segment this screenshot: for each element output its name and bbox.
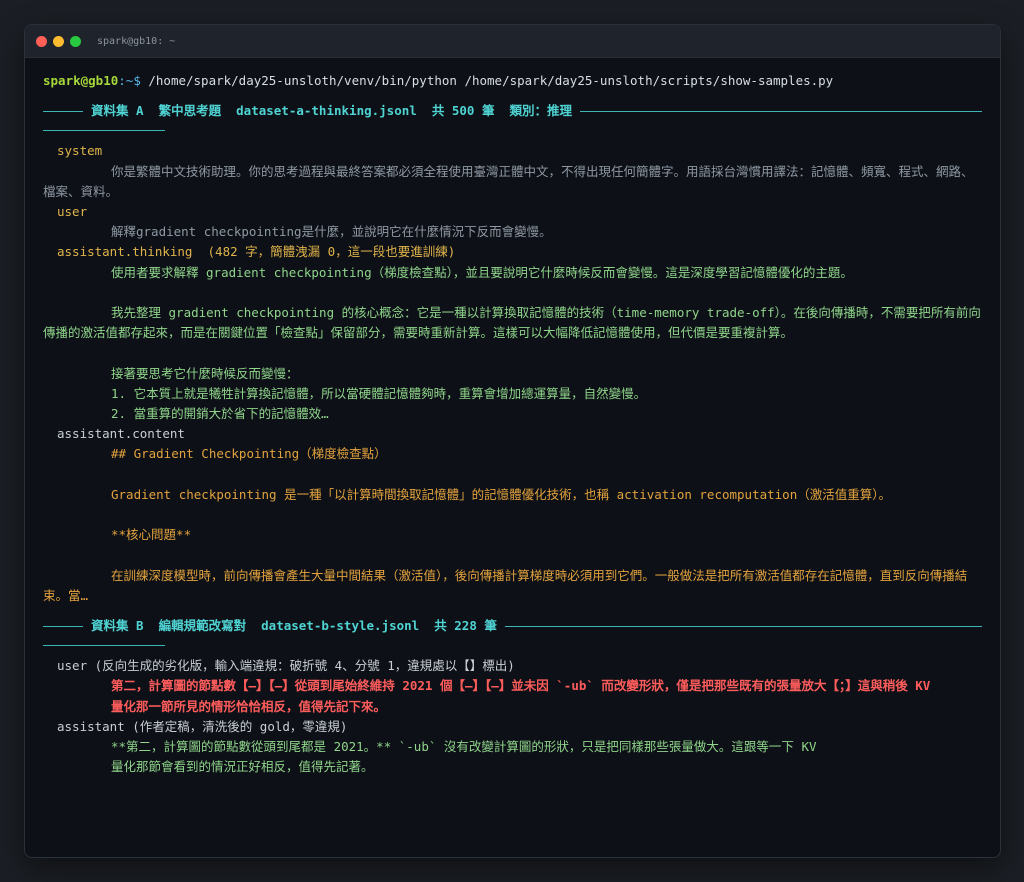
user-degraded-text-1: 第二，計算圖的節點數【—】【—】從頭到尾始終維持 2021 個【—】【—】並未因…: [111, 678, 931, 694]
system-message-text: 你是繁體中文技術助理。你的思考過程與最終答案都必須全程使用臺灣正體中文，不得出現…: [43, 163, 974, 199]
header-rule-left: [43, 110, 83, 112]
user-degraded-text-2: 量化那一節所見的情形恰恰相反，值得先記下來。: [111, 698, 387, 714]
assistant-gold-text-1: **第二，計算圖的節點數從頭到尾都是 2021。** `-ub` 沒有改變計算圖…: [111, 739, 817, 755]
prompt-user: spark@gb10: [43, 73, 119, 88]
terminal-output[interactable]: spark@gb10:~$ /home/spark/day25-unsloth/…: [43, 71, 982, 777]
command-text: /home/spark/day25-unsloth/venv/bin/pytho…: [148, 73, 834, 88]
content-paragraph-2: 在訓練深度模型時，前向傳播會產生大量中間結果（激活值），後向傳播計算梯度時必須用…: [43, 567, 968, 603]
terminal-window: spark@gb10: ~ spark@gb10:~$ /home/spark/…: [24, 24, 1001, 858]
thinking-paragraph-1: 使用者要求解釋 gradient checkpointing（梯度檢查點），並且…: [111, 264, 853, 280]
thinking-paragraph-2: 我先整理 gradient checkpointing 的核心概念：它是一種以計…: [43, 305, 981, 341]
content-role-label: assistant.content: [57, 426, 185, 442]
assistant-gold-text-2: 量化那節會看到的情況正好相反，值得先記著。: [111, 759, 374, 775]
content-heading: ## Gradient Checkpointing（梯度檢查點）: [111, 446, 387, 462]
thinking-list-item-2: 2. 當重算的開銷大於省下的記憶體效…: [111, 406, 329, 422]
minimize-window-button[interactable]: [53, 35, 64, 47]
header-rule-left: [43, 625, 83, 627]
header-rule-right: [504, 625, 982, 627]
close-window-button[interactable]: [36, 35, 47, 47]
content-bold-heading: **核心問題**: [111, 527, 192, 543]
system-role-label: system: [57, 143, 103, 159]
header-rule-right: [580, 110, 982, 112]
user-role-label: user: [57, 204, 88, 220]
content-paragraph-1: Gradient checkpointing 是一種「以計算時間換取記憶體」的記…: [111, 486, 891, 502]
window-title: spark@gb10: ~: [97, 35, 176, 47]
maximize-window-button[interactable]: [70, 35, 81, 47]
dataset-b-header: 資料集 B 編輯規範改寫對 dataset-b-style.jsonl 共 22…: [43, 616, 982, 636]
dataset-a-title: 資料集 A 繁中思考題 dataset-a-thinking.jsonl 共 5…: [91, 103, 573, 119]
command-line: spark@gb10:~$ /home/spark/day25-unsloth/…: [43, 71, 982, 91]
header-underline: [43, 130, 165, 132]
user-message-text: 解釋gradient checkpointing是什麼，並說明它在什麼情況下反而…: [111, 224, 552, 240]
user-role-label: user (反向生成的劣化版，輸入端違規：破折號 4、分號 1，違規處以【】標出…: [57, 658, 515, 674]
dataset-a-header: 資料集 A 繁中思考題 dataset-a-thinking.jsonl 共 5…: [43, 101, 982, 121]
assistant-role-label: assistant (作者定稿，清洗後的 gold，零違規): [57, 718, 348, 734]
thinking-paragraph-3: 接著要思考它什麼時候反而變慢：: [111, 365, 299, 381]
dataset-b-title: 資料集 B 編輯規範改寫對 dataset-b-style.jsonl 共 22…: [91, 618, 497, 633]
title-bar: spark@gb10: ~: [25, 25, 1000, 58]
header-underline: [43, 645, 165, 647]
thinking-role-label: assistant.thinking (482 字，簡體洩漏 0，這一段也要進訓…: [57, 244, 456, 260]
prompt-path: :~$: [118, 73, 149, 88]
thinking-list-item-1: 1. 它本質上就是犧牲計算換記憶體，所以當硬體記憶體夠時，重算會增加總運算量，自…: [111, 385, 647, 401]
